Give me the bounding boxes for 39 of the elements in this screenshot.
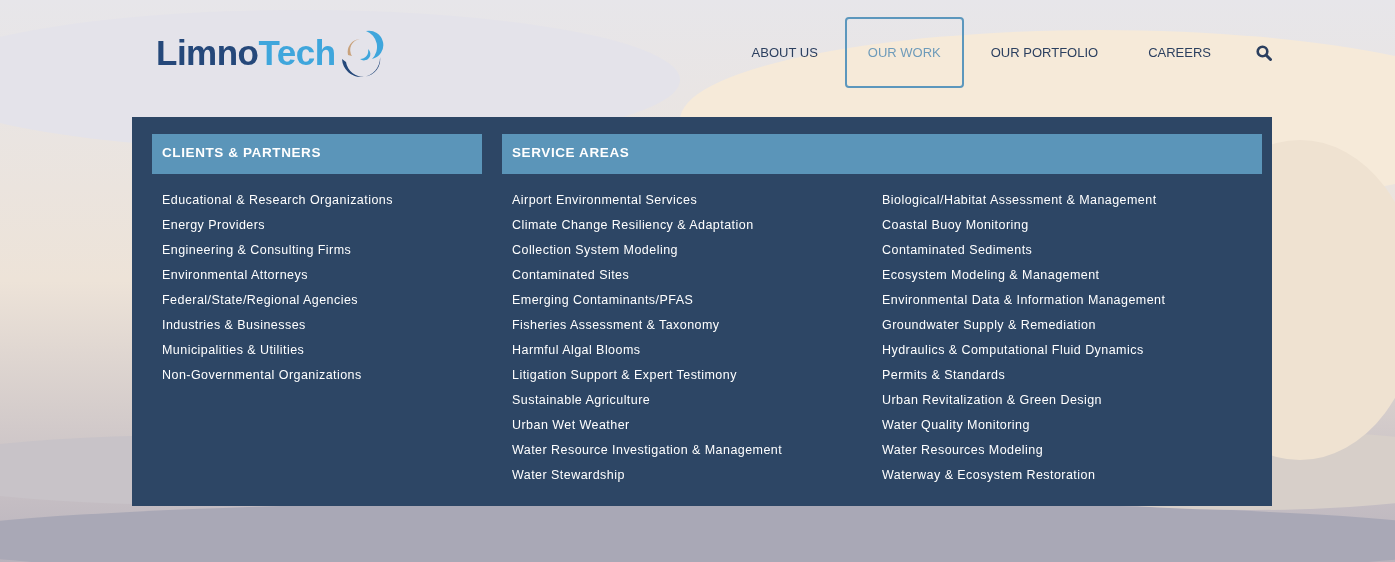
search-icon[interactable]	[1256, 44, 1272, 61]
menu-link[interactable]: Waterway & Ecosystem Restoration	[882, 463, 1096, 489]
menu-link[interactable]: Environmental Data & Information Management	[882, 288, 1166, 314]
menu-link[interactable]: Water Quality Monitoring	[882, 413, 1030, 439]
menu-link[interactable]: Energy Providers	[162, 213, 266, 239]
menu-link[interactable]: Ecosystem Modeling & Management	[882, 263, 1100, 289]
menu-link[interactable]: Environmental Attorneys	[162, 263, 308, 289]
menu-link[interactable]: Fisheries Assessment & Taxonomy	[512, 313, 720, 339]
section-heading: CLIENTS & PARTNERS	[152, 134, 482, 175]
menu-link[interactable]: Water Stewardship	[512, 463, 625, 489]
menu-link[interactable]: Sustainable Agriculture	[512, 388, 651, 414]
menu-link[interactable]: Biological/Habitat Assessment & Management	[882, 188, 1157, 214]
menu-link[interactable]: Litigation Support & Expert Testimony	[512, 363, 737, 389]
nav-link[interactable]: CAREERS	[1125, 17, 1234, 88]
menu-link[interactable]: Municipalities & Utilities	[162, 338, 305, 364]
menu-link[interactable]: Water Resource Investigation & Management	[512, 438, 783, 464]
menu-link[interactable]: Urban Revitalization & Green Design	[882, 388, 1103, 414]
menu-link[interactable]: Coastal Buoy Monitoring	[882, 213, 1029, 239]
menu-link[interactable]: Hydraulics & Computational Fluid Dynamics	[882, 338, 1144, 364]
nav-link[interactable]: OUR PORTFOLIO	[967, 17, 1122, 88]
menu-link[interactable]: Collection System Modeling	[512, 238, 678, 264]
menu-link[interactable]: Urban Wet Weather	[512, 413, 630, 439]
menu-link[interactable]: Emerging Contaminants/PFAS	[512, 288, 694, 314]
menu-link[interactable]: Climate Change Resiliency & Adaptation	[512, 213, 754, 239]
logo-wordmark[interactable]: LimnoTech	[156, 35, 336, 70]
menu-link[interactable]: Harmful Algal Blooms	[512, 338, 641, 364]
menu-link[interactable]: Educational & Research Organizations	[162, 188, 393, 214]
nav-link[interactable]: ABOUT US	[728, 17, 841, 88]
menu-link[interactable]: Engineering & Consulting Firms	[162, 238, 352, 264]
menu-link[interactable]: Groundwater Supply & Remediation	[882, 313, 1096, 339]
menu-link[interactable]: Contaminated Sediments	[882, 238, 1033, 264]
menu-link[interactable]: Federal/State/Regional Agencies	[162, 288, 358, 314]
section-heading: SERVICE AREAS	[502, 134, 1262, 175]
menu-link[interactable]: Contaminated Sites	[512, 263, 630, 289]
menu-link[interactable]: Non-Governmental Organizations	[162, 363, 362, 389]
menu-link[interactable]: Airport Environmental Services	[512, 188, 698, 214]
menu-link[interactable]: Permits & Standards	[882, 363, 1006, 389]
menu-link[interactable]: Water Resources Modeling	[882, 438, 1044, 464]
menu-link[interactable]: Industries & Businesses	[162, 313, 306, 339]
